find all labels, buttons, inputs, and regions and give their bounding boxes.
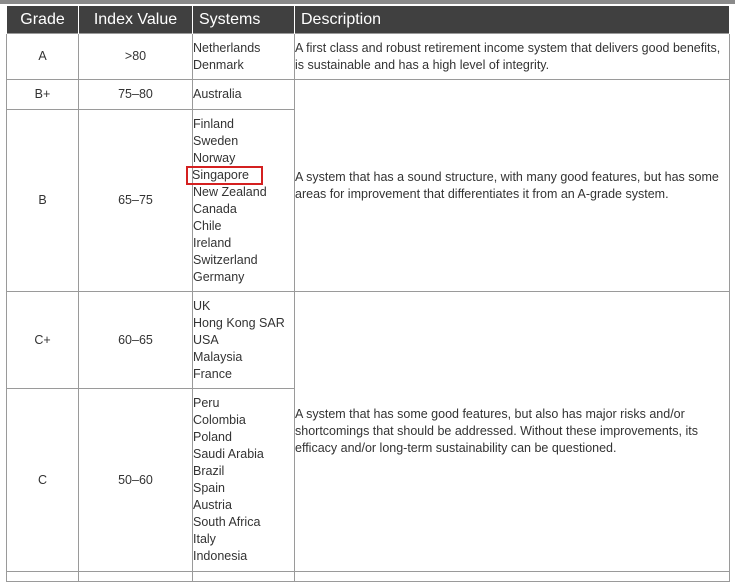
description-cell-c-grades: A system that has some good features, bu…	[294, 291, 730, 572]
system-item: Saudi Arabia	[193, 447, 264, 461]
system-item: Malaysia	[193, 349, 243, 364]
header-grade: Grade	[6, 6, 79, 34]
system-item: Denmark	[193, 57, 244, 72]
systems-cell	[192, 571, 295, 582]
system-item: UK	[193, 298, 211, 313]
index-value-cell: 60–65	[78, 291, 193, 389]
systems-cell: Peru Colombia Poland Saudi Arabia Brazil…	[192, 388, 295, 572]
grade-cell: C	[6, 388, 79, 572]
system-item: Germany	[193, 269, 245, 284]
grade-cell: B+	[6, 79, 79, 110]
system-item: Colombia	[193, 413, 246, 427]
index-value-cell: >80	[78, 33, 193, 80]
system-item: Norway	[193, 150, 236, 165]
header-description: Description	[294, 6, 730, 34]
header-systems: Systems	[192, 6, 295, 34]
table-row-b-plus: B+ 75–80 Australia A system that has a s…	[6, 79, 730, 292]
system-item: New Zealand	[193, 184, 267, 199]
description-cell	[294, 571, 730, 582]
system-item: USA	[193, 332, 219, 347]
table-row-c-plus: C+ 60–65 UK Hong Kong SAR USA Malaysia F…	[6, 291, 730, 572]
system-item: Netherlands	[193, 40, 261, 55]
index-value-cell	[78, 571, 193, 582]
index-value-cell: 75–80	[78, 79, 193, 110]
system-item: Chile	[193, 218, 222, 233]
system-item: Sweden	[193, 133, 239, 148]
table-row-a: A >80 Netherlands Denmark A first class …	[6, 33, 730, 80]
description-cell-b-grades: A system that has a sound structure, wit…	[294, 79, 730, 292]
table-row-partial	[6, 571, 730, 582]
system-item: France	[193, 366, 232, 381]
header-row: Grade Index Value Systems Description	[6, 6, 730, 34]
grades-table: Grade Index Value Systems Description A …	[6, 6, 730, 582]
grade-cell	[6, 571, 79, 582]
grade-cell: B	[6, 109, 79, 292]
system-item: Brazil	[193, 464, 225, 478]
system-item: Canada	[193, 201, 237, 216]
system-item: Peru	[193, 396, 220, 410]
system-item: Australia	[193, 87, 242, 101]
header-index-value: Index Value	[78, 6, 193, 34]
system-item: Spain	[193, 481, 225, 495]
system-item: South Africa	[193, 515, 261, 529]
system-item: Poland	[193, 430, 232, 444]
index-value-cell: 65–75	[78, 109, 193, 292]
system-item-highlighted: Singapore	[186, 165, 263, 185]
systems-cell: Netherlands Denmark	[192, 33, 295, 80]
system-item: Hong Kong SAR	[193, 315, 285, 330]
system-item: Italy	[193, 532, 216, 546]
systems-cell: Finland Sweden Norway Singapore New Zeal…	[186, 109, 295, 292]
system-item: Indonesia	[193, 549, 248, 563]
grade-cell: C+	[6, 291, 79, 389]
system-item: Switzerland	[193, 252, 258, 267]
top-rule	[0, 0, 735, 4]
system-item: Austria	[193, 498, 232, 512]
grade-cell: A	[6, 33, 79, 80]
index-value-cell: 50–60	[78, 388, 193, 572]
description-cell: A first class and robust retirement inco…	[294, 33, 730, 80]
system-item: Ireland	[193, 235, 232, 250]
systems-cell: Australia	[192, 79, 295, 110]
systems-cell: UK Hong Kong SAR USA Malaysia France	[192, 291, 295, 389]
system-item: Finland	[193, 116, 234, 131]
